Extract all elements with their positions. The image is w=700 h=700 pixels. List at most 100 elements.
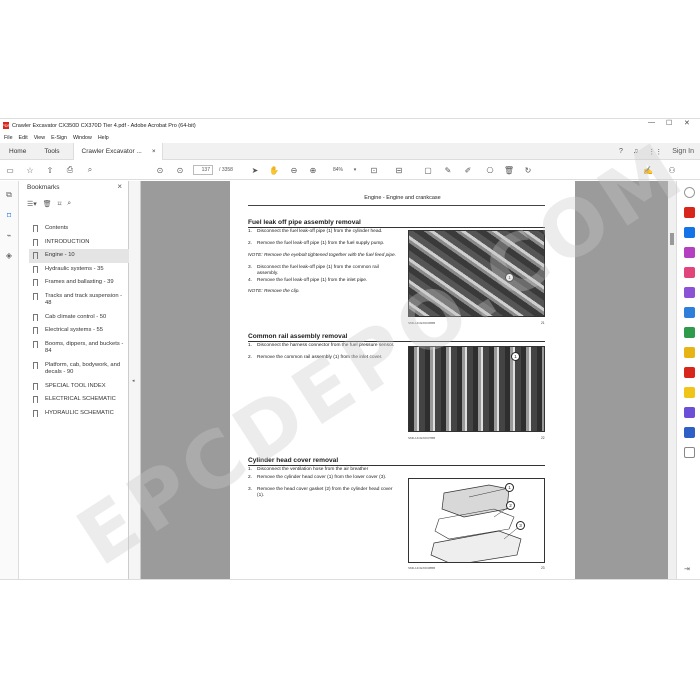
menu-view[interactable]: View [34, 135, 45, 141]
collapse-right-panel-icon[interactable]: ⇥ [684, 565, 695, 576]
minimize-icon[interactable]: — [648, 119, 655, 126]
collapse-panel-icon[interactable]: ◂ [132, 378, 135, 384]
bookmark-item[interactable]: Frames and ballasting - 39 [29, 276, 129, 290]
bookmark-item[interactable]: Hydraulic systems - 35 [29, 263, 129, 277]
zoom-out-icon[interactable]: ⊖ [288, 160, 300, 180]
zoom-level-select[interactable]: 84% [327, 165, 351, 175]
send-for-comments-icon[interactable] [684, 307, 695, 318]
comment-tool-icon[interactable] [684, 387, 695, 398]
figure-number: 23 [541, 566, 545, 570]
bookmark-label: Electrical systems - 55 [45, 327, 103, 333]
menu-help[interactable]: Help [98, 135, 109, 141]
attachments-icon[interactable]: ⌁ [3, 229, 15, 241]
document-viewport[interactable]: Engine - Engine and crankcase Fuel leak … [141, 181, 668, 579]
step-text: Remove the fuel leak-off pipe (1) from t… [257, 241, 385, 246]
bookmark-new-icon[interactable]: ⌑ [58, 200, 62, 208]
hand-tool-icon[interactable]: ✋ [268, 160, 280, 180]
edit-pdf-icon[interactable] [684, 287, 695, 298]
procedure-step: 3. Disconnect the fuel leak-off pipe (1) … [248, 265, 398, 277]
tab-tools[interactable]: Tools [35, 143, 68, 160]
figure-image: 1 2 3 [408, 478, 545, 563]
print-icon[interactable]: ⎙ [64, 160, 76, 180]
scrollbar-thumb[interactable] [670, 233, 674, 245]
apps-grid-icon[interactable]: ⋮⋮ [648, 148, 662, 156]
zoom-search-icon[interactable] [684, 187, 695, 198]
bookmark-item[interactable]: INTRODUCTION [29, 236, 129, 250]
menu-edit[interactable]: Edit [19, 135, 28, 141]
bookmark-item[interactable]: Cab climate control - 50 [29, 311, 129, 325]
panel-splitter[interactable]: ◂ [129, 181, 141, 579]
combine-files-icon[interactable] [684, 247, 695, 258]
menu-file[interactable]: File [4, 135, 13, 141]
prepare-form-icon[interactable] [684, 347, 695, 358]
bookmark-item[interactable]: HYDRAULIC SCHEMATIC [29, 407, 129, 421]
notification-bell-icon[interactable]: ♫ [633, 148, 638, 155]
exploded-view-drawing [430, 484, 522, 562]
upload-icon[interactable]: ⇧ [44, 160, 56, 180]
previous-page-icon[interactable]: ⊙ [154, 160, 166, 180]
delete-icon[interactable]: 🗑 [503, 160, 515, 180]
help-icon[interactable]: ? [619, 148, 623, 155]
export-pdf-icon[interactable] [684, 207, 695, 218]
section-rule [248, 227, 545, 228]
stamp-icon[interactable]: ⎔ [484, 160, 496, 180]
menu-window[interactable]: Window [73, 135, 92, 141]
figure-image: 1 [408, 346, 545, 432]
sign-in-link[interactable]: Sign In [672, 148, 694, 155]
compress-pdf-icon[interactable] [684, 367, 695, 378]
section-title: Cylinder head cover removal [248, 457, 339, 464]
figure-callout: 1 [505, 273, 514, 282]
layers-icon[interactable]: ◈ [3, 249, 15, 261]
step-number: 1. [248, 229, 253, 234]
bookmark-star-icon[interactable]: ☆ [24, 160, 36, 180]
fill-and-sign-icon[interactable] [684, 407, 695, 418]
vertical-scrollbar[interactable] [668, 181, 676, 579]
menu-esign[interactable]: E-Sign [51, 135, 67, 141]
bookmark-item[interactable]: Engine - 10 [29, 249, 129, 263]
select-cursor-icon[interactable]: ➤ [250, 160, 260, 180]
page-number-input[interactable]: 137 [193, 165, 213, 175]
next-page-icon[interactable]: ⊙ [174, 160, 186, 180]
zoom-dropdown-chevron-icon[interactable]: ▾ [351, 160, 359, 180]
bookmark-item[interactable]: Booms, dippers, and buckets - 84 [29, 338, 129, 359]
protect-icon[interactable] [684, 427, 695, 438]
tab-document[interactable]: Crawler Excavator ... × [72, 142, 163, 160]
bookmark-item[interactable]: Platform, cab, bodywork, and decals - 90 [29, 359, 129, 380]
fit-page-icon[interactable]: ⊡ [368, 160, 380, 180]
bookmark-item[interactable]: ELECTRICAL SCHEMATIC [29, 393, 129, 407]
bookmark-delete-icon[interactable]: 🗑 [43, 200, 52, 208]
bookmark-icon [33, 382, 38, 390]
right-tools-rail: ⇥ [676, 181, 700, 579]
rotate-icon[interactable]: ↻ [522, 160, 534, 180]
scan-ocr-icon[interactable] [684, 327, 695, 338]
bookmark-item[interactable]: SPECIAL TOOL INDEX [29, 380, 129, 394]
procedure-step: 2. Remove the common rail assembly (1) fr… [248, 355, 398, 361]
scroll-mode-icon[interactable]: ⊟ [393, 160, 405, 180]
draw-icon[interactable]: ✐ [462, 160, 474, 180]
tab-home[interactable]: Home [0, 143, 35, 160]
bookmark-item[interactable]: Contents [29, 222, 129, 236]
page-thumbnails-icon[interactable]: ⧉ [3, 189, 15, 201]
bookmark-list: Contents INTRODUCTION Engine - 10 Hydraulic… [29, 222, 129, 420]
bookmark-item[interactable]: Electrical systems - 55 [29, 324, 129, 338]
zoom-in-icon[interactable]: ⊕ [307, 160, 319, 180]
bookmarks-close-icon[interactable]: × [117, 182, 122, 191]
bookmark-icon [33, 327, 38, 334]
highlight-pen-icon[interactable]: ✎ [442, 160, 454, 180]
bookmarks-panel-icon[interactable]: ⌑ [3, 209, 15, 221]
comment-icon[interactable]: ▢ [422, 160, 434, 180]
organize-pages-icon[interactable] [684, 267, 695, 278]
bookmark-icon [33, 252, 38, 259]
fill-sign-icon[interactable]: ✍ [642, 160, 654, 180]
tab-close-icon[interactable]: × [152, 148, 156, 155]
bookmark-find-icon[interactable]: ⌕ [67, 200, 71, 208]
bookmark-item[interactable]: Tracks and track suspension - 48 [29, 290, 129, 311]
save-icon[interactable]: ▭ [4, 160, 16, 180]
find-search-icon[interactable]: ⌕ [84, 160, 96, 180]
close-window-icon[interactable]: ✕ [684, 119, 690, 127]
maximize-icon[interactable]: ☐ [666, 119, 672, 127]
create-pdf-icon[interactable] [684, 227, 695, 238]
bookmark-options-icon[interactable]: ☰▾ [27, 200, 37, 208]
more-tools-icon[interactable] [684, 447, 695, 458]
share-user-icon[interactable]: ⚇ [666, 160, 678, 180]
